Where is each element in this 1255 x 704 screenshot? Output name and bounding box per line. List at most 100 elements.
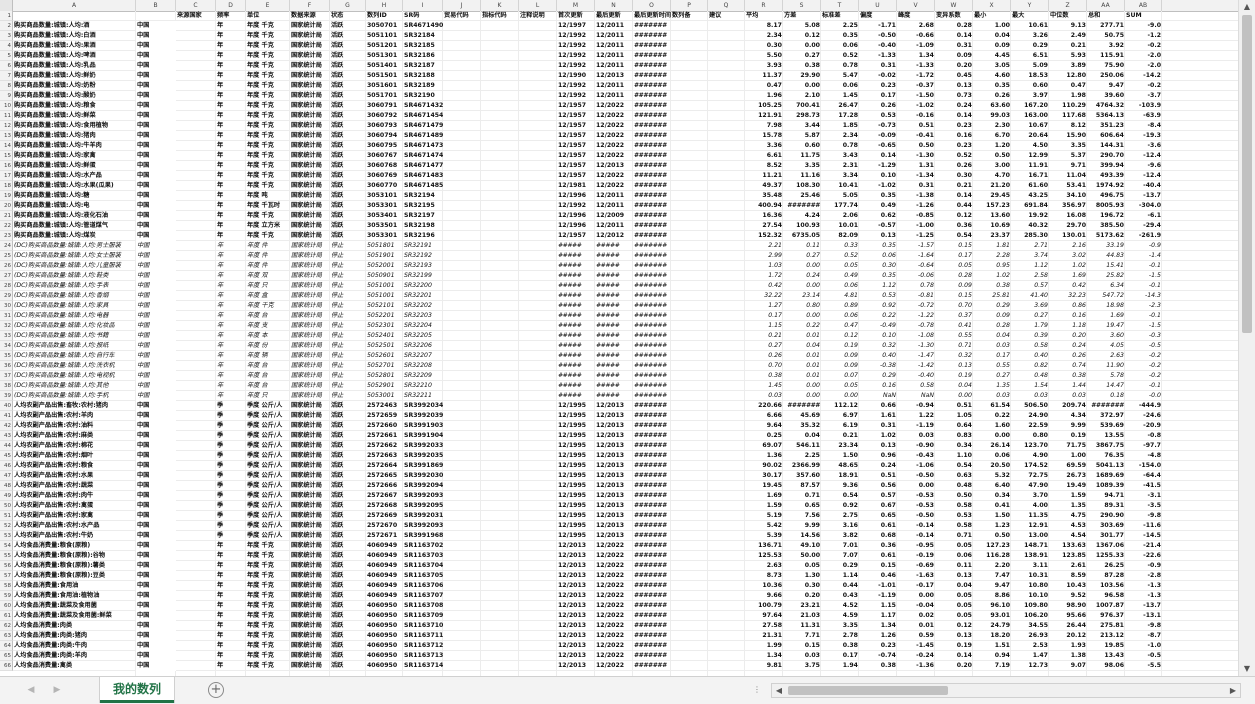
table-cell[interactable]: 12/2022 <box>595 151 633 161</box>
table-cell[interactable]: 年 <box>216 371 246 381</box>
table-cell[interactable]: 5052301 <box>366 321 403 331</box>
table-cell[interactable]: 8.17 <box>745 21 783 31</box>
table-cell[interactable]: ####### <box>633 51 671 61</box>
table-cell[interactable]: 中国 <box>136 361 176 371</box>
table-cell[interactable]: 3.70 <box>1011 491 1049 501</box>
row-header[interactable]: 59 <box>0 591 13 601</box>
table-cell[interactable]: 285.30 <box>1011 231 1049 241</box>
table-cell[interactable]: 2572463 <box>366 401 403 411</box>
table-cell[interactable]: 3050701 <box>366 21 403 31</box>
table-cell[interactable]: 0.00 <box>783 381 821 391</box>
table-cell[interactable]: 0.28 <box>935 21 973 31</box>
table-row[interactable]: 人均食品消费量:食用油 中国年年度 千克 国家统计局 活跃 4060949 SR11637… <box>13 581 1238 591</box>
table-cell[interactable]: 年度 台 <box>246 381 290 391</box>
table-cell[interactable]: 4.45 <box>973 51 1011 61</box>
table-cell[interactable]: 停止 <box>330 351 366 361</box>
table-cell[interactable]: 0.03 <box>1011 391 1049 401</box>
table-cell[interactable]: 1.15 <box>745 321 783 331</box>
table-cell[interactable]: 季度 公斤/人 <box>246 431 290 441</box>
table-cell[interactable]: 0.23 <box>859 81 897 91</box>
table-cell[interactable]: 活跃 <box>330 71 366 81</box>
table-cell[interactable]: 3.02 <box>1049 251 1087 261</box>
table-cell[interactable]: 中国 <box>136 251 176 261</box>
table-cell[interactable]: ####### <box>633 171 671 181</box>
table-cell[interactable]: 12/1992 <box>557 41 595 51</box>
row-header[interactable]: 65 <box>0 651 13 661</box>
table-cell[interactable]: ####### <box>633 161 671 171</box>
table-cell[interactable]: 1.27 <box>745 301 783 311</box>
table-cell[interactable]: 0.22 <box>973 411 1011 421</box>
table-cell[interactable]: 0.94 <box>973 651 1011 661</box>
table-row[interactable]: 购买商品数量:城镇:人均:粮食 中国年年度 千克 国家统计局 活跃 3060791 SR4… <box>13 101 1238 111</box>
table-cell[interactable]: 14.56 <box>783 531 821 541</box>
table-cell[interactable]: 中国 <box>136 581 176 591</box>
row-header[interactable]: 63 <box>0 631 13 641</box>
table-cell[interactable]: ##### <box>595 261 633 271</box>
table-cell[interactable]: 0.31 <box>859 421 897 431</box>
table-cell[interactable]: 年度 千克 <box>246 541 290 551</box>
table-cell[interactable]: 12/2013 <box>595 491 633 501</box>
table-cell[interactable]: ####### <box>633 101 671 111</box>
table-cell[interactable]: 国家统计局 <box>290 581 330 591</box>
table-cell[interactable]: -0.16 <box>897 111 935 121</box>
table-cell[interactable]: 年 <box>216 321 246 331</box>
table-cell[interactable]: 9.52 <box>1049 591 1087 601</box>
table-cell[interactable]: 国家统计局 <box>290 661 330 671</box>
row-header[interactable]: 15 <box>0 151 13 161</box>
table-cell[interactable]: 0.03 <box>1049 391 1087 401</box>
table-cell[interactable]: 国家统计局 <box>290 361 330 371</box>
row-header[interactable]: 5 <box>0 51 13 61</box>
table-cell[interactable]: ####### <box>783 401 821 411</box>
table-row[interactable]: 人均食品消费量:肉类:羊肉 中国年年度 千克 国家统计局 活跃 4060950 SR116… <box>13 651 1238 661</box>
table-cell[interactable]: 47.90 <box>1011 481 1049 491</box>
table-cell[interactable]: -1.30 <box>897 341 935 351</box>
table-cell[interactable]: 1.35 <box>1049 501 1087 511</box>
table-cell[interactable]: 10.61 <box>1011 21 1049 31</box>
table-cell[interactable]: 4.59 <box>821 611 859 621</box>
table-cell[interactable]: SR32198 <box>403 221 443 231</box>
table-cell[interactable]: 12/2013 <box>595 71 633 81</box>
table-cell[interactable]: SR3991904 <box>403 431 443 441</box>
table-cell[interactable]: 12/2013 <box>557 541 595 551</box>
table-cell[interactable]: -3.7 <box>1125 91 1162 101</box>
table-cell[interactable]: 0.83 <box>935 431 973 441</box>
table-cell[interactable]: -29.4 <box>1125 221 1162 231</box>
table-cell[interactable]: 0.37 <box>935 311 973 321</box>
table-cell[interactable]: SR32192 <box>403 251 443 261</box>
row-header[interactable]: 23 <box>0 231 13 241</box>
table-cell[interactable]: 5.09 <box>1011 61 1049 71</box>
table-cell[interactable]: 0.34 <box>973 491 1011 501</box>
table-cell[interactable]: -13.7 <box>1125 601 1162 611</box>
table-cell[interactable]: ####### <box>633 631 671 641</box>
table-cell[interactable]: ####### <box>633 311 671 321</box>
table-cell[interactable]: ####### <box>633 81 671 91</box>
row-header[interactable]: 2 <box>0 21 13 31</box>
table-cell[interactable]: 372.97 <box>1087 411 1125 421</box>
table-cell[interactable]: 0.27 <box>1011 311 1049 321</box>
table-cell[interactable]: SR32202 <box>403 301 443 311</box>
table-cell[interactable]: 0.13 <box>859 441 897 451</box>
table-cell[interactable]: 停止 <box>330 371 366 381</box>
table-cell[interactable]: 年度 盒 <box>246 291 290 301</box>
table-row[interactable]: 人均农副产品出售:农村:棉花 中国季季度 公斤/人 国家统计局 活跃 2572662 SR… <box>13 441 1238 451</box>
table-cell[interactable]: 0.13 <box>859 231 897 241</box>
table-cell[interactable]: 0.22 <box>859 311 897 321</box>
table-cell[interactable]: 0.65 <box>783 501 821 511</box>
table-cell[interactable]: 国家统计局 <box>290 571 330 581</box>
header-cell[interactable]: 最小 <box>973 11 1011 21</box>
table-cell[interactable]: 20.12 <box>1049 631 1087 641</box>
table-cell[interactable]: -19.3 <box>1125 131 1162 141</box>
table-cell[interactable]: 年度 辆 <box>246 351 290 361</box>
table-cell[interactable]: SR4671483 <box>403 171 443 181</box>
table-cell[interactable]: 0.36 <box>859 541 897 551</box>
table-cell[interactable]: ####### <box>633 411 671 421</box>
table-cell[interactable]: 年度 千克 <box>246 581 290 591</box>
table-cell[interactable]: 0.23 <box>859 641 897 651</box>
table-cell[interactable]: 4.70 <box>973 171 1011 181</box>
table-cell[interactable]: 国家统计局 <box>290 541 330 551</box>
table-cell[interactable]: 1007.87 <box>1087 601 1125 611</box>
table-cell[interactable]: 5052101 <box>366 301 403 311</box>
sheet-tab-active[interactable]: 我的数列 <box>100 677 174 703</box>
table-cell[interactable]: 539.69 <box>1087 421 1125 431</box>
table-cell[interactable]: 0.57 <box>1011 281 1049 291</box>
